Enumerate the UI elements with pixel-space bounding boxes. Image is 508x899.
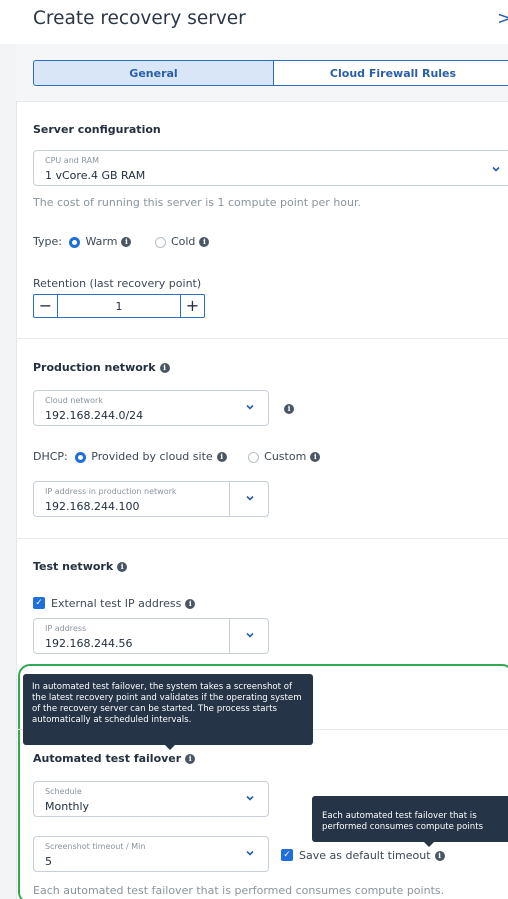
server-configuration-heading: Server configuration [33,123,161,136]
cloud-network-label: Cloud network [45,396,103,405]
automated-failover-heading: Automated test failover i [33,752,196,765]
failover-info-tooltip-text: In automated test failover, the system t… [32,682,302,725]
cpu-ram-select[interactable]: CPU and RAM 1 vCore.4 GB RAM [33,150,508,186]
schedule-value: Monthly [45,800,90,813]
screenshot-timeout-select[interactable]: Screenshot timeout / Min 5 [33,836,269,872]
field-divider [229,619,230,653]
save-default-timeout-label: Save as default timeout [299,849,431,862]
increment-button[interactable]: + [180,295,204,317]
chevron-down-icon [492,166,500,172]
dhcp-radio-group: DHCP: Provided by cloud site i Custom i [33,450,321,463]
dialog-title: Create recovery server [33,8,246,29]
save-default-timeout-checkbox[interactable]: ✓ [281,849,293,861]
left-rail [0,44,16,899]
tab-general[interactable]: General [33,60,274,86]
decrement-button[interactable]: − [34,295,58,317]
retention-label: Retention (last recovery point) [33,277,202,290]
tooltip-arrow [165,745,175,750]
dhcp-provided-option[interactable]: Provided by cloud site [75,450,213,463]
info-icon[interactable]: i [185,754,196,764]
dhcp-label: DHCP: [33,450,68,463]
compute-points-tooltip-text: Each automated test failover that is per… [322,811,484,832]
external-ip-row: External test IP address i [51,597,196,610]
info-icon[interactable]: i [117,562,128,572]
tooltip-arrow [424,842,434,847]
production-ip-label: IP address in production network [45,487,177,496]
type-warm-option[interactable]: Warm [69,235,117,248]
test-network-heading: Test network i [33,560,128,573]
chevron-down-icon [246,495,254,501]
info-icon[interactable]: i [434,851,445,861]
external-ip-checkbox[interactable]: ✓ [33,597,45,609]
production-ip-value: 192.168.244.100 [45,500,140,513]
info-icon[interactable]: i [216,452,227,462]
info-icon[interactable]: i [199,237,210,247]
test-ip-value: 192.168.244.56 [45,637,133,650]
radio-unselected-icon[interactable] [154,236,166,248]
type-cold-label: Cold [170,235,196,248]
external-ip-label: External test IP address [51,597,182,610]
test-ip-select[interactable]: IP address 192.168.244.56 [33,618,269,654]
tab-cloud-firewall-rules[interactable]: Cloud Firewall Rules [273,60,508,86]
retention-value[interactable]: 1 [58,300,180,313]
info-icon[interactable]: i [310,452,321,462]
cloud-network-select[interactable]: Cloud network 192.168.244.0/24 [33,390,269,426]
test-ip-label: IP address [45,624,87,633]
screenshot-timeout-label: Screenshot timeout / Min [45,842,146,851]
type-warm-label: Warm [85,235,118,248]
screenshot-timeout-value: 5 [45,855,52,868]
cpu-ram-label: CPU and RAM [45,156,100,165]
failover-cost-note: Each automated test failover that is per… [33,884,445,897]
section-divider [16,338,508,339]
production-ip-select[interactable]: IP address in production network 192.168… [33,481,269,517]
schedule-select[interactable]: Schedule Monthly [33,781,269,817]
save-default-timeout-row: Save as default timeout i [299,849,445,862]
schedule-label: Schedule [45,787,82,796]
dhcp-provided-label: Provided by cloud site [91,450,213,463]
cpu-ram-value: 1 vCore.4 GB RAM [45,169,146,182]
type-cold-option[interactable]: Cold [154,235,196,248]
field-divider [229,482,230,516]
info-icon[interactable]: i [284,404,294,414]
retention-stepper: − 1 + [33,294,205,318]
compute-points-tooltip: Each automated test failover that is per… [312,796,508,842]
info-icon[interactable]: i [159,363,170,373]
radio-selected-icon[interactable] [75,451,87,463]
radio-unselected-icon[interactable] [248,451,260,463]
failover-info-tooltip: In automated test failover, the system t… [23,674,313,750]
cost-note: The cost of running this server is 1 com… [33,196,362,209]
chevron-down-icon [246,850,254,856]
production-network-heading: Production network i [33,361,170,374]
type-label: Type: [33,235,62,248]
cloud-network-value: 192.168.244.0/24 [45,409,144,422]
dialog-header: Create recovery server > [0,0,508,44]
chevron-down-icon [246,404,254,410]
radio-selected-icon[interactable] [69,236,81,248]
type-radio-group: Type: Warm i Cold i [33,235,210,248]
chevron-down-icon [246,632,254,638]
info-icon[interactable]: i [185,599,196,609]
section-divider [16,538,508,539]
dhcp-custom-label: Custom [264,450,307,463]
chevron-down-icon [246,795,254,801]
close-panel-icon[interactable]: > [497,8,508,29]
info-icon[interactable]: i [121,237,132,247]
dhcp-custom-option[interactable]: Custom [248,450,306,463]
